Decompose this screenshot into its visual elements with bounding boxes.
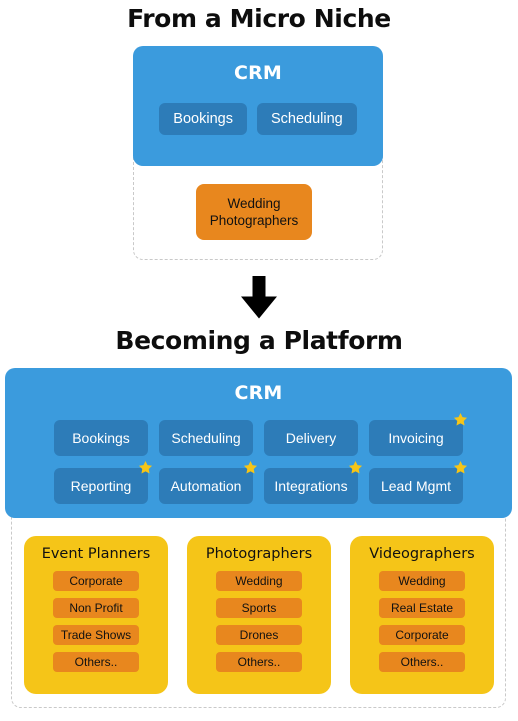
audience-tag[interactable]: Sports xyxy=(216,598,302,618)
page-title-becoming-a-platform: Becoming a Platform xyxy=(115,326,403,355)
crm-feature-chip[interactable]: Scheduling xyxy=(159,420,253,456)
crm-feature-chip[interactable]: Bookings xyxy=(159,103,247,135)
audience-card-title: Photographers xyxy=(205,546,313,562)
crm-feature-chip[interactable]: Bookings xyxy=(54,420,148,456)
crm-feature-label: Integrations xyxy=(274,478,348,494)
crm-feature-chip[interactable]: Automation xyxy=(159,461,258,504)
arrow-down-icon xyxy=(232,276,286,320)
crm-feature-chip[interactable]: Lead Mgmt xyxy=(369,461,468,504)
audience-card[interactable]: Photographers Wedding Sports Drones Others.. xyxy=(187,536,331,694)
audience-card[interactable]: Event Planners Corporate Non Profit Trade S… xyxy=(24,536,168,694)
audience-tag[interactable]: Wedding xyxy=(379,571,465,591)
page-title-micro-niche: From a Micro Niche xyxy=(127,4,391,33)
audience-tag[interactable]: Corporate xyxy=(53,571,139,591)
crm-feature-label: Invoicing xyxy=(388,430,444,446)
star-icon xyxy=(243,460,258,475)
audience-tag[interactable]: Others.. xyxy=(379,652,465,672)
crm-feature-row: Bookings Scheduling xyxy=(133,103,383,135)
crm-panel-platform: CRM Bookings Scheduling Delivery Invoicing … xyxy=(5,368,512,518)
audience-tag[interactable]: Others.. xyxy=(216,652,302,672)
crm-feature-chip[interactable]: Integrations xyxy=(264,461,363,504)
crm-panel-title: CRM xyxy=(233,62,283,84)
crm-feature-label: Scheduling xyxy=(171,430,241,446)
audience-tag[interactable]: Trade Shows xyxy=(52,625,140,645)
crm-feature-row-1: Bookings Scheduling Delivery Invoicing xyxy=(5,413,512,456)
infographic-canvas: From a Micro Niche CRM Bookings Schedulin… xyxy=(0,0,518,721)
star-icon xyxy=(453,460,468,475)
crm-panel-title: CRM xyxy=(234,382,283,404)
audience-card-list: Event Planners Corporate Non Profit Trade S… xyxy=(24,536,494,694)
crm-feature-label: Delivery xyxy=(285,430,337,446)
crm-feature-label: Bookings xyxy=(173,111,233,127)
star-icon xyxy=(348,460,363,475)
audience-tag[interactable]: Drones xyxy=(216,625,302,645)
audience-tag[interactable]: Corporate xyxy=(379,625,465,645)
audience-card-title: Event Planners xyxy=(41,546,151,562)
niche-card-label: Wedding Photographers xyxy=(210,195,299,229)
crm-feature-row-2: Reporting Automation Integrations Lead Mgmt xyxy=(5,461,512,504)
niche-card-label-line1: Wedding xyxy=(227,196,281,211)
audience-tag[interactable]: Others.. xyxy=(53,652,139,672)
star-icon xyxy=(138,460,153,475)
audience-card-title: Videographers xyxy=(369,546,475,562)
crm-feature-chip[interactable]: Invoicing xyxy=(369,413,468,456)
crm-feature-chip[interactable]: Delivery xyxy=(264,420,358,456)
crm-feature-label: Scheduling xyxy=(270,111,343,127)
crm-feature-chip[interactable]: Scheduling xyxy=(256,103,357,135)
audience-tag[interactable]: Wedding xyxy=(216,571,302,591)
niche-card-wedding-photographers[interactable]: Wedding Photographers xyxy=(196,184,312,240)
audience-tag[interactable]: Non Profit xyxy=(53,598,139,618)
audience-card[interactable]: Videographers Wedding Real Estate Corporate… xyxy=(350,536,494,694)
crm-feature-label: Automation xyxy=(170,478,242,494)
audience-tag[interactable]: Real Estate xyxy=(379,598,465,618)
crm-feature-label: Reporting xyxy=(70,478,132,494)
crm-feature-label: Lead Mgmt xyxy=(380,478,452,494)
crm-feature-label: Bookings xyxy=(72,430,130,446)
star-icon xyxy=(453,412,468,427)
crm-feature-chip[interactable]: Reporting xyxy=(54,461,153,504)
crm-panel-micro-niche: CRM Bookings Scheduling xyxy=(133,46,383,166)
niche-card-label-line2: Photographers xyxy=(209,213,299,228)
